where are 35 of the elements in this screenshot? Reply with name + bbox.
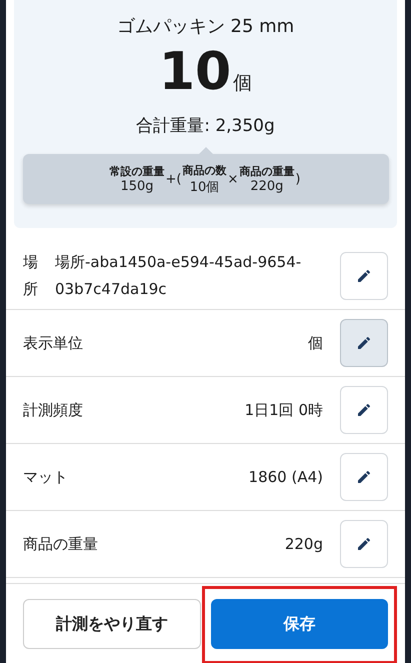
pencil-icon [356, 536, 372, 552]
formula-label: 商品の重量 [239, 164, 294, 179]
product-name: ゴムパッキン 25 mm [116, 15, 294, 38]
setting-value: 1日1回 0時 [244, 400, 323, 420]
total-weight: 合計重量: 2,350g [136, 115, 275, 137]
pencil-icon [356, 268, 372, 284]
pencil-icon [356, 335, 372, 351]
formula-label: 常設の重量 [110, 164, 165, 179]
setting-value: 場所-aba1450a-e594-45ad-9654-03b7c47da19c [55, 252, 302, 300]
setting-label: 表示単位 [23, 334, 84, 352]
setting-value: 個 [308, 334, 323, 352]
edit-button[interactable] [340, 386, 388, 434]
formula-label: 商品の数 [182, 162, 226, 178]
edit-button[interactable] [340, 520, 388, 568]
action-button[interactable]: 計測をやり直す [23, 599, 200, 649]
pencil-icon [356, 469, 372, 485]
formula-value: 10個 [190, 178, 220, 196]
setting-label: 計測頻度 [23, 400, 84, 420]
formula-operator: × [227, 172, 238, 186]
formula-operator: ) [295, 172, 300, 186]
pencil-icon [356, 402, 372, 418]
setting-label: マット [23, 468, 69, 486]
count-value: 10 [158, 41, 232, 104]
edit-button[interactable] [340, 319, 388, 367]
formula-operator: +( [166, 172, 182, 186]
setting-label: 場所 [23, 252, 38, 300]
setting-value: 1860 (A4) [248, 468, 323, 486]
setting-value: 220g [284, 535, 323, 553]
setting-label: 商品の重量 [23, 534, 99, 554]
edit-button[interactable] [340, 252, 388, 300]
formula-value: 150g [120, 179, 154, 194]
count-unit: 個 [233, 71, 252, 96]
edit-button[interactable] [340, 453, 388, 501]
formula-value: 220g [250, 179, 284, 194]
action-button[interactable]: 保存 [210, 599, 388, 649]
